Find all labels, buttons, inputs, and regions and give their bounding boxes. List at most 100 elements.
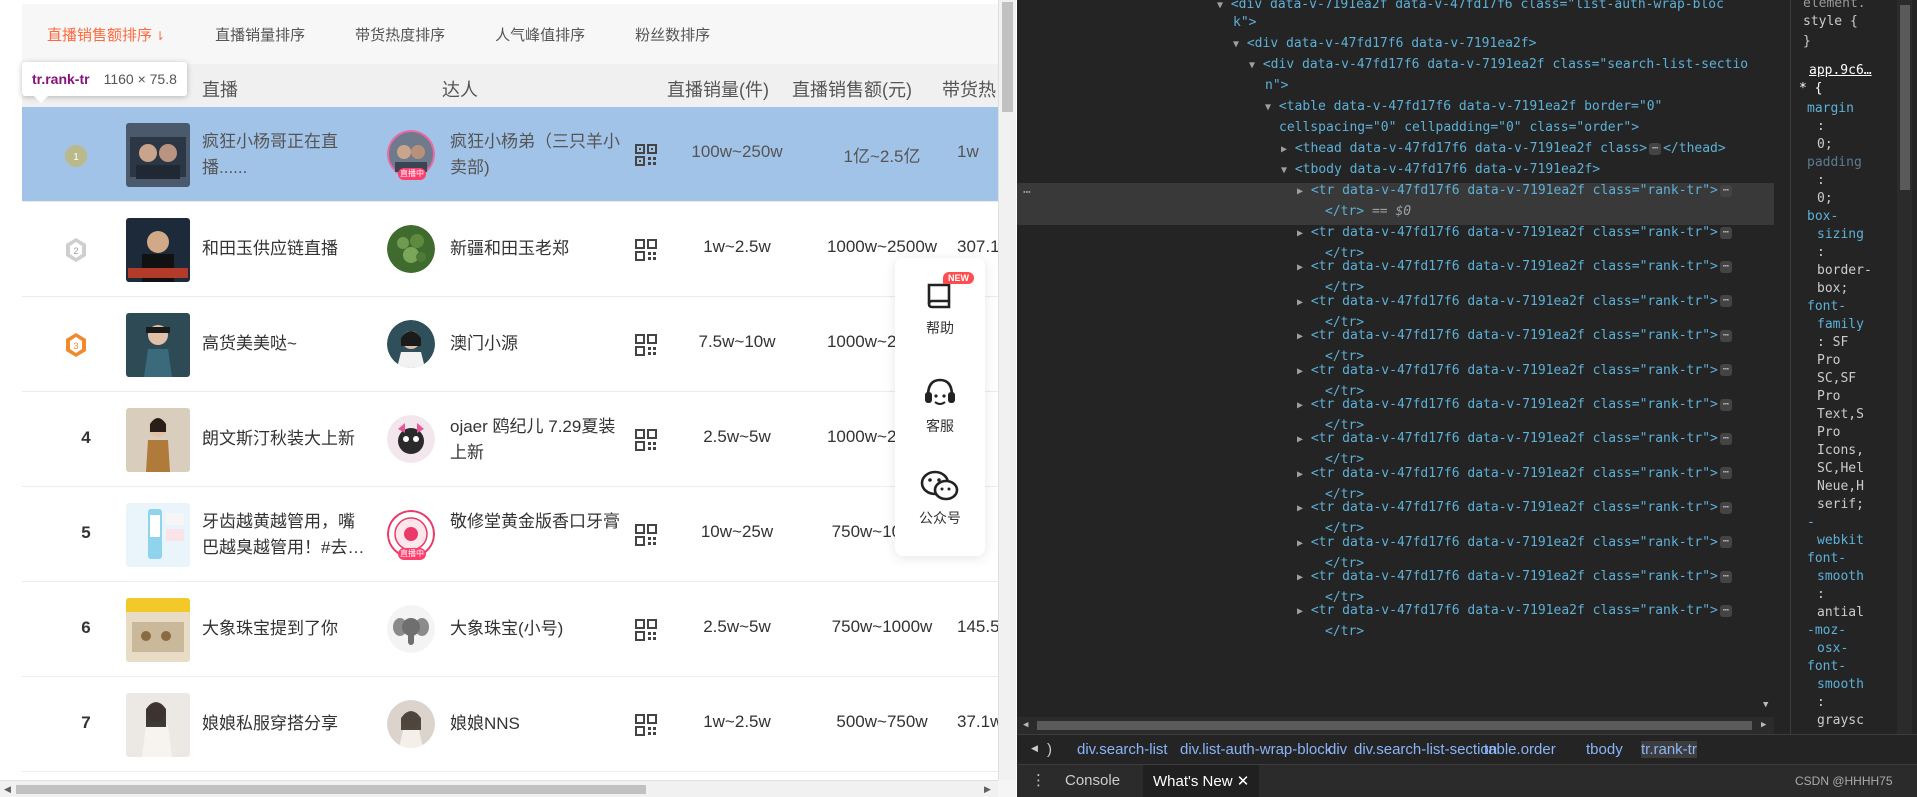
expand-triangle-icon[interactable]: ▶: [1297, 606, 1303, 617]
qr-code-icon[interactable]: [635, 429, 657, 451]
dom-node-rank-tr[interactable]: ▶ <tr data-v-47fd17f6 data-v-7191ea2f cl…: [1297, 222, 1734, 243]
talent-avatar[interactable]: [387, 700, 435, 748]
scrollbar-thumb[interactable]: [1002, 2, 1013, 112]
stylesheet-source-link[interactable]: app.9c6…: [1809, 61, 1872, 81]
live-title[interactable]: 朗文斯汀秋装大上新: [202, 426, 367, 452]
dom-node-rank-tr[interactable]: ▶ <tr data-v-47fd17f6 data-v-7191ea2f cl…: [1297, 394, 1734, 415]
tab-fans-sort[interactable]: 粉丝数排序: [635, 24, 710, 45]
tab-console[interactable]: Console: [1065, 772, 1120, 789]
qr-code-icon[interactable]: [635, 144, 657, 166]
live-title[interactable]: 疯狂小杨哥正在直播......: [202, 129, 367, 181]
breadcrumb-item[interactable]: tr.rank-tr: [1641, 741, 1697, 758]
expand-triangle-icon[interactable]: ▶: [1297, 503, 1303, 514]
table-row[interactable]: 5 牙齿越黄越管用，嘴巴越臭越管用！#去口... 直播中 敬修堂黄金版香口牙膏 …: [22, 487, 998, 582]
expand-ellipsis[interactable]: ⋯: [1719, 432, 1732, 445]
live-cover-thumbnail[interactable]: [126, 503, 190, 567]
scrollbar-thumb[interactable]: [1037, 721, 1752, 730]
talent-name[interactable]: 澳门小源: [450, 331, 622, 357]
talent-name[interactable]: 敬修堂黄金版香口牙膏: [450, 509, 622, 535]
node-menu-ellipsis[interactable]: ⋯: [1023, 182, 1031, 203]
breadcrumb-item[interactable]: div.list-auth-wrap-block: [1180, 741, 1332, 758]
expand-ellipsis[interactable]: ⋯: [1719, 536, 1732, 549]
expand-triangle-icon[interactable]: ▶: [1297, 262, 1303, 273]
dom-node-rank-tr[interactable]: ▶ <tr data-v-47fd17f6 data-v-7191ea2f cl…: [1297, 600, 1734, 621]
breadcrumb-left-arrow-icon[interactable]: ◀: [1031, 743, 1038, 754]
expand-ellipsis[interactable]: ⋯: [1719, 329, 1732, 342]
drawer-menu-icon[interactable]: ⋮: [1031, 771, 1046, 789]
scroll-right-arrow-icon[interactable]: ▶: [984, 784, 991, 795]
scroll-left-arrow-icon[interactable]: ◀: [1023, 720, 1028, 730]
tab-sales-volume-sort[interactable]: 直播销量排序: [215, 24, 305, 45]
dom-node-list-auth-wrap[interactable]: ▼ <div data-v-7191ea2f data-v-47fd17f6 c…: [1217, 0, 1724, 15]
dom-node-rank-tr[interactable]: ▶ <tr data-v-47fd17f6 data-v-7191ea2f cl…: [1297, 428, 1734, 449]
dom-node-tbody[interactable]: ▼ <tbody data-v-47fd17f6 data-v-7191ea2f…: [1281, 159, 1600, 180]
qr-code-icon[interactable]: [635, 619, 657, 641]
breadcrumb-item[interactable]: tbody: [1586, 741, 1623, 758]
live-title[interactable]: 高货美美哒~: [202, 331, 367, 357]
dom-node-table[interactable]: ▼ <table data-v-47fd17f6 data-v-7191ea2f…: [1265, 96, 1662, 117]
page-horizontal-scrollbar[interactable]: ◀ ▶: [0, 780, 998, 797]
talent-name[interactable]: 新疆和田玉老郑: [450, 236, 622, 262]
close-icon[interactable]: ✕: [1237, 773, 1250, 790]
breadcrumb-item[interactable]: div: [1328, 741, 1347, 758]
live-cover-thumbnail[interactable]: [126, 218, 190, 282]
header-heat[interactable]: 带货热: [942, 76, 996, 102]
expand-ellipsis[interactable]: ⋯: [1719, 295, 1732, 308]
page-vertical-scrollbar[interactable]: [998, 0, 1016, 780]
qr-code-icon[interactable]: [635, 334, 657, 356]
qr-code-icon[interactable]: [635, 524, 657, 546]
expand-ellipsis[interactable]: ⋯: [1719, 467, 1732, 480]
expand-triangle-icon[interactable]: ▶: [1297, 331, 1303, 342]
table-row[interactable]: 6 大象珠宝提到了你 大象珠宝(小号) 2.5w~5w 750w~1000w 1…: [22, 582, 1012, 677]
scroll-left-arrow-icon[interactable]: ◀: [4, 784, 11, 795]
live-cover-thumbnail[interactable]: [126, 408, 190, 472]
expand-triangle-icon[interactable]: ▶: [1297, 538, 1303, 549]
live-title[interactable]: 大象珠宝提到了你: [202, 616, 367, 642]
table-row[interactable]: 2 和田玉供应链直播 新疆和田玉老郑 1w~2.5w 1000w~2500w 3…: [22, 202, 1012, 297]
table-row[interactable]: 7 娘娘私服穿搭分享 娘娘NNS 1w~2.5w 500w~750w 37.1w: [22, 677, 1002, 772]
expand-triangle-icon[interactable]: ▶: [1297, 434, 1303, 445]
header-sales-amount[interactable]: 直播销售额(元): [792, 76, 912, 102]
live-cover-thumbnail[interactable]: [126, 693, 190, 757]
live-cover-thumbnail[interactable]: [126, 313, 190, 377]
expand-ellipsis[interactable]: ⋯: [1719, 501, 1732, 514]
talent-name[interactable]: 娘娘NNS: [450, 711, 622, 737]
dom-node-div[interactable]: ▼ <div data-v-47fd17f6 data-v-7191ea2f>: [1233, 33, 1536, 54]
tab-heat-sort[interactable]: 带货热度排序: [355, 24, 445, 45]
dom-node-rank-tr[interactable]: ▶ <tr data-v-47fd17f6 data-v-7191ea2f cl…: [1297, 566, 1734, 587]
dom-node-rank-tr[interactable]: ▶ <tr data-v-47fd17f6 data-v-7191ea2f cl…: [1297, 360, 1734, 381]
live-title[interactable]: 娘娘私服穿搭分享: [202, 711, 367, 737]
scroll-right-arrow-icon[interactable]: ▶: [1761, 720, 1766, 730]
dom-node-rank-tr[interactable]: ▶ <tr data-v-47fd17f6 data-v-7191ea2f cl…: [1297, 532, 1734, 553]
table-row[interactable]: 4 朗文斯汀秋装大上新 ojaer 鸥纪儿 7.29夏装上新 2.5w~5w 1…: [22, 392, 998, 487]
scrollbar-thumb[interactable]: [16, 785, 646, 794]
dom-node-rank-tr[interactable]: ▶ <tr data-v-47fd17f6 data-v-7191ea2f cl…: [1297, 256, 1734, 277]
elephant-avatar-icon[interactable]: [387, 605, 435, 653]
talent-name[interactable]: 大象珠宝(小号): [450, 616, 622, 642]
expand-ellipsis[interactable]: ⋯: [1719, 398, 1732, 411]
qr-code-icon[interactable]: [635, 239, 657, 261]
expand-triangle-icon[interactable]: ▶: [1297, 228, 1303, 239]
expand-triangle-icon[interactable]: ▶: [1297, 366, 1303, 377]
expand-ellipsis[interactable]: ⋯: [1719, 184, 1732, 197]
live-title[interactable]: 和田玉供应链直播: [202, 236, 367, 262]
talent-name[interactable]: ojaer 鸥纪儿 7.29夏装上新: [450, 414, 622, 466]
dom-node-rank-tr[interactable]: ▶ <tr data-v-47fd17f6 data-v-7191ea2f cl…: [1297, 325, 1734, 346]
talent-avatar[interactable]: [387, 415, 435, 463]
table-row[interactable]: 1 疯狂小杨哥正在直播...... 直播中 疯狂小杨弟（三只羊小卖部) 100w…: [22, 107, 998, 202]
expand-triangle-icon[interactable]: ▶: [1297, 297, 1303, 308]
live-title[interactable]: 牙齿越黄越管用，嘴巴越臭越管用！#去口...: [202, 509, 367, 561]
expand-ellipsis[interactable]: ⋯: [1719, 570, 1732, 583]
qr-code-icon[interactable]: [635, 714, 657, 736]
expand-ellipsis[interactable]: ⋯: [1719, 226, 1732, 239]
expand-triangle-icon[interactable]: ▶: [1297, 400, 1303, 411]
talent-name[interactable]: 疯狂小杨弟（三只羊小卖部): [450, 129, 622, 181]
dom-node-rank-tr[interactable]: ▶ <tr data-v-47fd17f6 data-v-7191ea2f cl…: [1297, 463, 1734, 484]
header-sales-volume[interactable]: 直播销量(件): [667, 76, 769, 102]
elements-horizontal-scrollbar[interactable]: ◀ ▶: [1017, 717, 1774, 734]
breadcrumb-item[interactable]: div.search-list: [1077, 741, 1168, 758]
dom-node-rank-tr[interactable]: ▶ <tr data-v-47fd17f6 data-v-7191ea2f cl…: [1297, 497, 1734, 518]
tab-whats-new[interactable]: What's New ✕: [1143, 765, 1260, 797]
customer-service-button[interactable]: 客服: [895, 376, 985, 436]
wechat-account-button[interactable]: 公众号: [895, 468, 985, 528]
